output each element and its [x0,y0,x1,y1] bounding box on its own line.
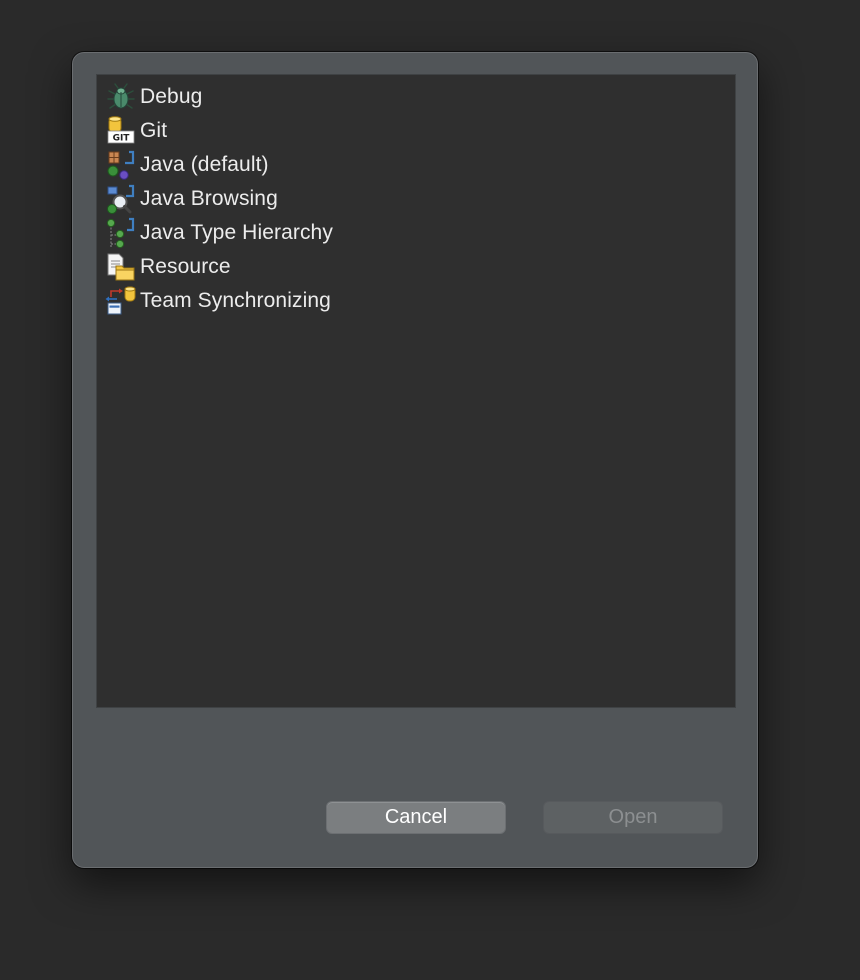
resource-folder-icon [107,253,135,281]
perspective-item-debug[interactable]: Debug [97,80,735,114]
perspective-label: Git [140,119,168,142]
debug-bug-icon [107,83,135,109]
git-repository-icon: GIT [107,116,135,144]
java-browsing-icon [107,184,135,214]
perspective-item-team-synchronizing[interactable]: Team Synchronizing [97,284,735,318]
svg-text:GIT: GIT [113,134,131,144]
perspective-label: Resource [140,255,231,278]
open-button[interactable]: Open [543,801,723,834]
java-perspective-icon [107,150,135,180]
type-hierarchy-icon [106,217,135,249]
perspective-item-git[interactable]: GIT Git [97,114,735,148]
perspective-item-java-browsing[interactable]: Java Browsing [97,182,735,216]
perspective-list[interactable]: Debug GIT Git Java (default) Java Browsi… [96,74,736,708]
perspective-label: Java Browsing [140,187,278,210]
perspective-label: Debug [140,85,203,108]
perspective-label: Java Type Hierarchy [140,221,333,244]
cancel-button[interactable]: Cancel [326,801,506,834]
open-perspective-dialog: Debug GIT Git Java (default) Java Browsi… [72,52,758,868]
team-sync-icon [105,286,136,315]
perspective-item-java-default[interactable]: Java (default) [97,148,735,182]
perspective-label: Team Synchronizing [140,289,331,312]
perspective-item-java-type-hierarchy[interactable]: Java Type Hierarchy [97,216,735,250]
perspective-item-resource[interactable]: Resource [97,250,735,284]
perspective-label: Java (default) [140,153,269,176]
